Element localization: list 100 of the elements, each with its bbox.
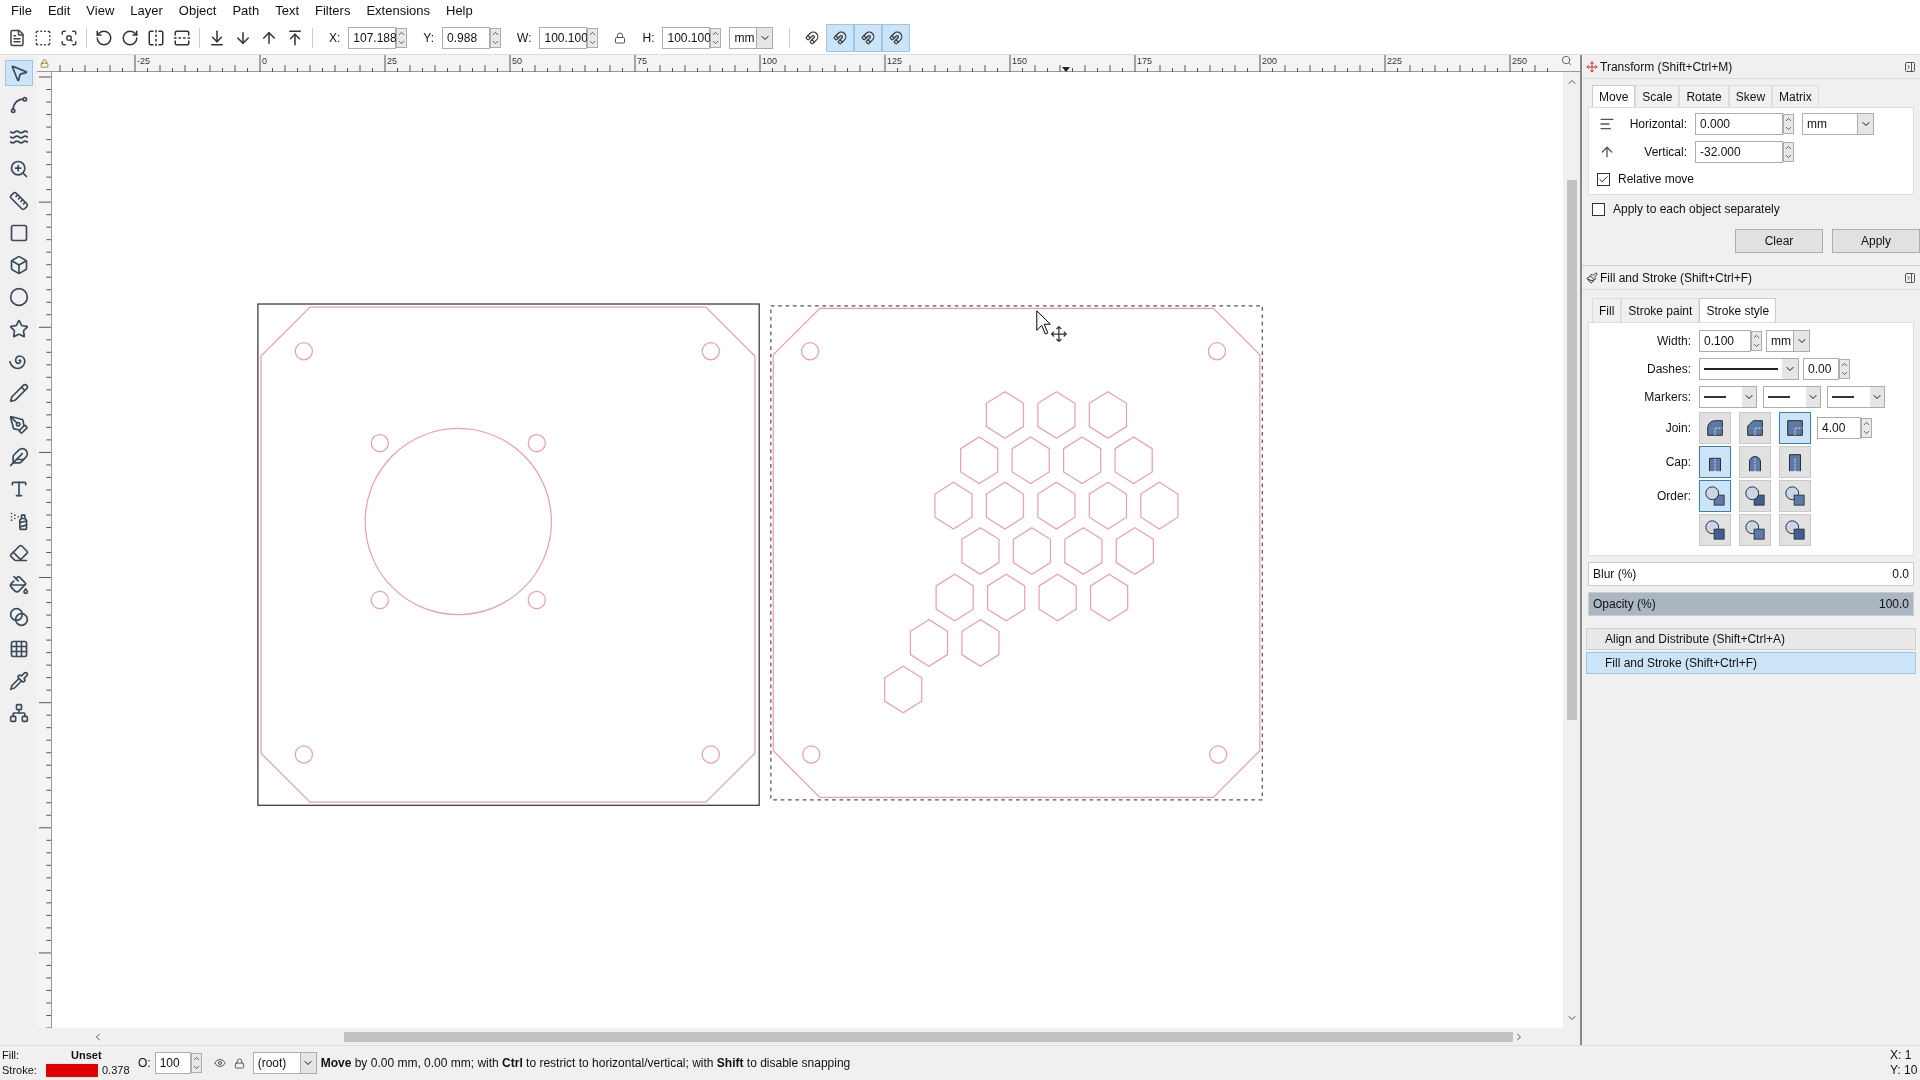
flip-horizontal-icon[interactable] xyxy=(147,29,165,47)
opacity-slider[interactable]: Opacity (%) 100.0 xyxy=(1588,592,1914,616)
dialog-tab[interactable]: Stroke style xyxy=(1699,298,1777,322)
stroke-swatch[interactable] xyxy=(46,1064,98,1077)
dash-pattern-dropdown[interactable] xyxy=(1699,358,1799,380)
number-field[interactable]: 0.100 xyxy=(1699,330,1751,352)
dialog-tab[interactable]: Fill xyxy=(1592,298,1622,322)
select-all-icon[interactable] xyxy=(34,29,52,47)
scroll-thumb[interactable] xyxy=(1566,180,1577,720)
join-style-button[interactable] xyxy=(1739,412,1771,444)
menu-item[interactable]: Layer xyxy=(123,1,170,21)
snap-toggle-button[interactable] xyxy=(854,24,883,52)
spin-buttons[interactable] xyxy=(1839,359,1850,379)
menu-item[interactable]: Edit xyxy=(40,1,78,21)
raise-to-top-icon[interactable] xyxy=(286,29,304,47)
rotate-left-icon[interactable] xyxy=(95,29,113,47)
dialog-tab[interactable]: Rotate xyxy=(1679,85,1729,107)
spin-buttons[interactable] xyxy=(587,28,599,48)
cap-style-button[interactable] xyxy=(1699,446,1731,478)
dialog-button[interactable]: Clear xyxy=(1735,229,1823,253)
menu-item[interactable]: Object xyxy=(171,1,224,21)
spin-buttons[interactable] xyxy=(1783,142,1794,162)
paint-order-icon xyxy=(1704,485,1726,507)
gradient-icon xyxy=(8,607,29,627)
docked-dialog-item[interactable]: Fill and Stroke (Shift+Ctrl+F) xyxy=(1586,652,1916,674)
snap-toggle-button[interactable] xyxy=(882,24,911,52)
pointer-icon xyxy=(8,63,29,83)
collapse-icon[interactable] xyxy=(1904,60,1916,73)
cap-style-button[interactable] xyxy=(1739,446,1771,478)
dialog-tab[interactable]: Move xyxy=(1592,85,1636,107)
spin-buttons[interactable] xyxy=(490,28,502,48)
select-area-icon[interactable] xyxy=(60,29,78,47)
dialog-tab[interactable]: Skew xyxy=(1728,85,1773,107)
dialog-tab[interactable]: Matrix xyxy=(1772,85,1819,107)
snap-toggle-button[interactable] xyxy=(826,24,855,52)
number-field[interactable]: -32.000 xyxy=(1695,141,1783,163)
ruler-label: 25 xyxy=(387,56,397,66)
marker-dropdown[interactable] xyxy=(1827,386,1885,408)
menu-item[interactable]: Text xyxy=(268,1,306,21)
order-style-button[interactable] xyxy=(1779,480,1811,512)
spin-buttons[interactable] xyxy=(1861,418,1872,438)
pointer-tool-button[interactable] xyxy=(4,60,33,86)
marker-dropdown[interactable] xyxy=(1699,386,1757,408)
number-field[interactable]: 100.100 xyxy=(662,27,711,49)
spin-buttons[interactable] xyxy=(396,28,408,48)
unit-dropdown[interactable]: (root) xyxy=(252,1052,317,1074)
lower-to-bottom-icon[interactable] xyxy=(208,29,226,47)
checkbox[interactable] xyxy=(1597,172,1610,186)
menu-item[interactable]: File xyxy=(4,1,39,21)
lower-icon[interactable] xyxy=(234,29,252,47)
raise-icon[interactable] xyxy=(260,29,278,47)
menu-item[interactable]: Extensions xyxy=(359,1,437,21)
spin-buttons[interactable] xyxy=(1783,114,1794,134)
eye-icon[interactable] xyxy=(213,1057,226,1069)
zoom-icon[interactable] xyxy=(1561,55,1572,66)
number-field[interactable]: 0.000 xyxy=(1695,113,1783,135)
lock-icon[interactable] xyxy=(233,1057,245,1069)
order-style-button[interactable] xyxy=(1699,480,1731,512)
menu-item[interactable]: Path xyxy=(225,1,267,21)
number-field[interactable]: 0.988 xyxy=(442,27,491,49)
join-style-button[interactable] xyxy=(1779,412,1811,444)
cap-style-button[interactable] xyxy=(1779,446,1811,478)
marker-dropdown[interactable] xyxy=(1763,386,1821,408)
scroll-thumb[interactable] xyxy=(343,1031,1514,1042)
unit-dropdown[interactable]: mm xyxy=(729,27,774,49)
dialog-tab[interactable]: Scale xyxy=(1635,85,1680,107)
spin-buttons[interactable] xyxy=(190,1053,202,1073)
blur-slider[interactable]: Blur (%) 0.0 xyxy=(1588,562,1914,586)
rotate-right-icon[interactable] xyxy=(121,29,139,47)
unit-dropdown[interactable]: mm xyxy=(1766,330,1810,352)
spin-buttons[interactable] xyxy=(710,28,722,48)
number-field[interactable]: 107.188 xyxy=(348,27,397,49)
join-style-button[interactable] xyxy=(1699,412,1731,444)
lock-icon[interactable] xyxy=(614,32,627,44)
move-cursor-icon xyxy=(1050,325,1068,343)
ruler-label: -25 xyxy=(137,56,150,66)
flip-vertical-icon[interactable] xyxy=(173,29,191,47)
order-style-button[interactable] xyxy=(1739,480,1771,512)
ruler-label: 100 xyxy=(762,56,778,66)
guide-lock-icon[interactable] xyxy=(40,58,49,68)
number-field[interactable]: 4.00 xyxy=(1817,417,1861,439)
dialog-button[interactable]: Apply xyxy=(1832,229,1920,253)
menu-item[interactable]: Help xyxy=(439,1,480,21)
checkbox[interactable] xyxy=(1592,202,1605,216)
spin-buttons[interactable] xyxy=(1751,331,1762,351)
document-icon[interactable] xyxy=(8,29,26,47)
collapse-icon[interactable] xyxy=(1904,271,1916,284)
number-field[interactable]: 100 xyxy=(154,1052,191,1074)
menu-item[interactable]: View xyxy=(79,1,122,21)
number-field[interactable]: 100.100 xyxy=(539,27,588,49)
unit-dropdown[interactable]: mm xyxy=(1802,113,1874,135)
order-style-button[interactable] xyxy=(1739,514,1771,546)
order-style-button[interactable] xyxy=(1779,514,1811,546)
number-field[interactable]: 0.00 xyxy=(1803,358,1839,380)
horizontal-scrollbar[interactable] xyxy=(37,1028,1580,1045)
docked-dialog-item[interactable]: Align and Distribute (Shift+Ctrl+A) xyxy=(1586,628,1916,650)
order-style-button[interactable] xyxy=(1699,514,1731,546)
menu-item[interactable]: Filters xyxy=(308,1,358,21)
vertical-scrollbar[interactable] xyxy=(1563,72,1580,1028)
dialog-tab[interactable]: Stroke paint xyxy=(1621,298,1700,322)
